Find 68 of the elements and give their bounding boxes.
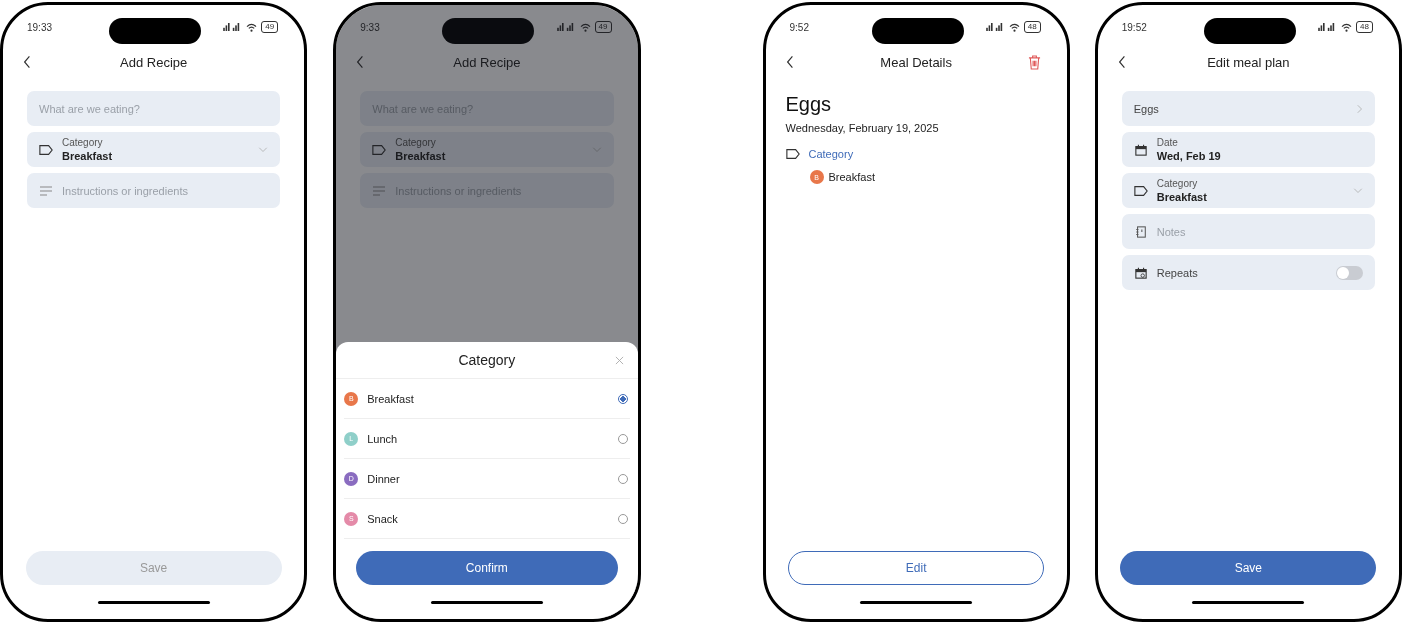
status-time: 19:52 [1121, 21, 1147, 33]
action-button[interactable]: Save [1120, 551, 1377, 585]
field-placeholder: Instructions or ingredients [62, 184, 188, 197]
field-label: Category [1156, 177, 1199, 190]
field-value: Breakfast [62, 148, 113, 163]
field-value: Wed, Feb 19 [1156, 148, 1221, 163]
battery-level: 48 [1023, 21, 1041, 33]
option-label: Dinner [367, 472, 400, 485]
tag-icon [785, 148, 800, 160]
field-value: Eggs [1133, 102, 1159, 115]
signal-icon [984, 23, 1005, 31]
tag-icon [39, 143, 53, 156]
screen-title: Add Recipe [120, 54, 188, 70]
chevron-down-icon [1353, 187, 1363, 194]
screen-title: Edit meal plan [1207, 54, 1290, 70]
field-label: Repeats [1156, 266, 1198, 279]
chevron-down-icon [258, 146, 269, 153]
field-placeholder: What are we eating? [39, 102, 140, 115]
battery-level: 48 [1356, 21, 1373, 33]
wifi-icon [1341, 22, 1353, 32]
form-field[interactable]: Eggs [1121, 91, 1375, 126]
lines-icon [372, 184, 387, 197]
battery-level: 49 [594, 21, 612, 33]
calendar-icon [1133, 143, 1148, 156]
meal-name: Eggs [785, 93, 833, 116]
close-icon[interactable] [614, 355, 624, 365]
screen-title: Add Recipe [453, 54, 521, 70]
back-icon[interactable] [23, 55, 31, 69]
form-field[interactable]: Category Breakfast [1121, 173, 1375, 208]
form-field[interactable]: Category Breakfast [27, 132, 281, 167]
tag-icon [372, 143, 387, 156]
field-label: Date [1156, 136, 1179, 149]
back-icon[interactable] [785, 55, 794, 69]
repeats-row[interactable]: Repeats [1121, 255, 1375, 290]
status-time: 19:33 [27, 21, 53, 33]
screen-title: Meal Details [880, 54, 952, 70]
signal-icon [555, 23, 576, 31]
meal-date: Wednesday, February 19, 2025 [785, 122, 940, 134]
field-value: Breakfast [1156, 189, 1207, 204]
sheet-title: Category [458, 352, 516, 368]
wifi-icon [246, 22, 258, 32]
toggle-switch[interactable] [1336, 265, 1363, 280]
back-icon[interactable] [1117, 55, 1126, 69]
tag-icon [1133, 184, 1148, 197]
field-placeholder: Notes [1156, 225, 1186, 238]
category-name: Breakfast [828, 171, 875, 183]
form-field[interactable]: Category Breakfast [360, 132, 614, 167]
field-label: Category [395, 136, 437, 149]
status-time: 9:52 [789, 21, 809, 33]
confirm-button[interactable]: Confirm [355, 551, 618, 585]
section-label: Category [808, 148, 854, 160]
status-time: 9:33 [360, 21, 380, 33]
notebook-icon [1133, 225, 1148, 238]
form-field[interactable]: Date Wed, Feb 19 [1121, 132, 1375, 167]
option-label: Breakfast [367, 392, 414, 405]
wifi-icon [579, 22, 591, 32]
option-label: Snack [367, 512, 398, 525]
action-button[interactable]: Edit [788, 551, 1045, 585]
radio-button[interactable] [617, 393, 628, 404]
trash-icon[interactable] [1027, 54, 1041, 70]
lines-icon [39, 184, 53, 197]
chevron-right-icon [1357, 103, 1363, 114]
option-label: Lunch [367, 432, 398, 445]
battery-level: 49 [261, 21, 279, 33]
field-label: Category [62, 136, 104, 149]
field-value: Breakfast [395, 148, 446, 163]
calendar-repeat-icon [1133, 266, 1148, 279]
wifi-icon [1008, 22, 1020, 32]
